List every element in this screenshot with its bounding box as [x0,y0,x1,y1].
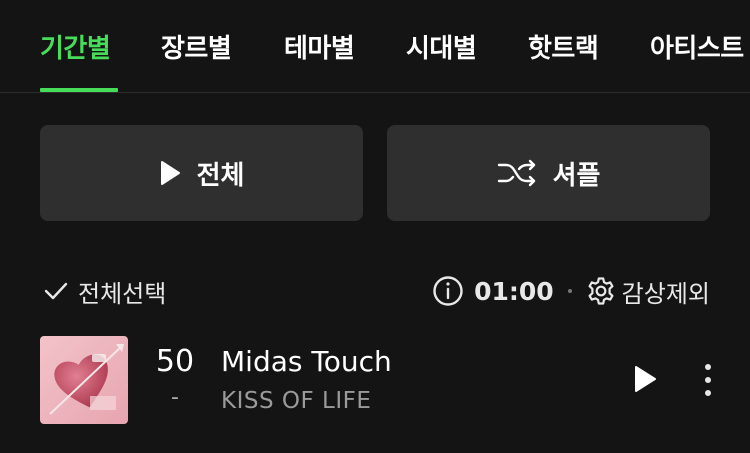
song-artist[interactable]: KISS OF LIFE [221,388,371,414]
info-icon[interactable] [432,275,464,307]
tab-artist[interactable]: 아티스트 [650,28,744,92]
active-tab-indicator [40,88,118,92]
tab-hot-track[interactable]: 핫트랙 [528,28,599,92]
gear-icon [586,276,616,306]
play-all-button[interactable]: 전체 [40,125,363,221]
shuffle-button[interactable]: 셔플 [387,125,710,221]
more-options-button[interactable] [696,362,720,398]
separator-dot [567,289,572,293]
chart-timer: 01:00 [474,276,554,306]
rank-change: - [171,385,179,410]
chart-controls: 01:00 감상제외 [432,274,710,308]
exclude-settings-button[interactable]: 감상제외 [586,274,710,309]
chart-screen: 기간별 장르별 테마별 시대별 핫트랙 아티스트 전체 셔플 전체선택 01:0… [0,0,750,453]
play-all-label: 전체 [196,160,245,191]
play-icon [632,364,658,394]
song-title[interactable]: Midas Touch [221,345,392,378]
select-all-toggle[interactable]: 전체선택 [44,274,166,308]
category-tabs: 기간별 장르별 테마별 시대별 핫트랙 아티스트 [0,0,750,93]
play-icon [159,160,181,186]
select-all-label: 전체선택 [78,279,167,308]
song-play-button[interactable] [628,362,662,396]
check-icon [44,281,68,301]
tab-genre[interactable]: 장르별 [161,28,232,92]
tab-theme[interactable]: 테마별 [284,28,355,92]
shuffle-icon [497,159,537,187]
shuffle-label: 셔플 [552,160,601,191]
tab-period[interactable]: 기간별 [40,28,111,92]
album-art[interactable] [40,336,128,424]
tab-era[interactable]: 시대별 [406,28,477,92]
exclude-label: 감상제외 [621,279,710,308]
song-rank: 50 [155,344,195,379]
more-vertical-icon [704,363,712,397]
